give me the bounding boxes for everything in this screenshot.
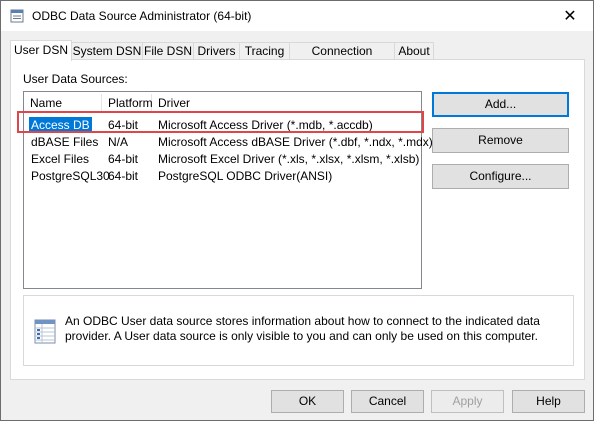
row-driver: Microsoft Excel Driver (*.xls, *.xlsx, *… xyxy=(158,152,420,166)
tab-drivers[interactable]: Drivers xyxy=(193,42,240,60)
row-platform: 64-bit xyxy=(108,169,139,183)
list-item[interactable]: Access DB 64-bit Microsoft Access Driver… xyxy=(24,117,421,133)
info-text: An ODBC User data source stores informat… xyxy=(65,314,540,343)
row-platform: N/A xyxy=(108,135,129,149)
tab-connection-pooling[interactable]: Connection Pooling xyxy=(289,42,395,75)
column-header-name[interactable]: Name xyxy=(24,94,102,112)
row-platform: 64-bit xyxy=(108,152,139,166)
list-item[interactable]: PostgreSQL30 64-bit PostgreSQL ODBC Driv… xyxy=(24,168,421,184)
odbc-app-icon xyxy=(10,9,24,23)
tab-tracing[interactable]: Tracing xyxy=(239,42,290,60)
row-name[interactable]: Excel Files xyxy=(31,151,89,167)
odbc-dialog-window: ODBC Data Source Administrator (64-bit) … xyxy=(0,0,594,421)
title-bar: ODBC Data Source Administrator (64-bit) … xyxy=(1,1,593,31)
row-driver: Microsoft Access Driver (*.mdb, *.accdb) xyxy=(158,118,373,132)
cancel-button[interactable]: Cancel xyxy=(351,390,424,413)
row-name[interactable]: dBASE Files xyxy=(31,134,98,150)
data-sources-list[interactable]: Name Platform Driver Access DB 64-bit Mi… xyxy=(23,91,433,289)
tab-file-dsn[interactable]: File DSN xyxy=(142,42,194,60)
tab-about[interactable]: About xyxy=(394,42,434,60)
data-source-table-icon xyxy=(33,317,57,345)
row-name[interactable]: Access DB xyxy=(29,117,92,133)
help-button[interactable]: Help xyxy=(512,390,585,413)
row-name[interactable]: PostgreSQL30 xyxy=(31,168,110,184)
user-data-sources-label: User Data Sources: xyxy=(23,72,128,86)
user-dsn-panel: User Data Sources: Name Platform Driver … xyxy=(10,59,585,380)
list-item[interactable]: dBASE Files N/A Microsoft Access dBASE D… xyxy=(24,134,433,150)
configure-button[interactable]: Configure... xyxy=(432,164,569,189)
tab-system-dsn[interactable]: System DSN xyxy=(71,42,143,60)
ok-button[interactable]: OK xyxy=(271,390,344,413)
column-header-driver[interactable]: Driver xyxy=(152,94,420,112)
row-driver: PostgreSQL ODBC Driver(ANSI) xyxy=(158,169,333,183)
remove-button[interactable]: Remove xyxy=(432,128,569,153)
add-button[interactable]: Add... xyxy=(432,92,569,117)
row-platform: 64-bit xyxy=(108,118,139,132)
close-icon[interactable]: ✕ xyxy=(547,1,593,31)
window-title: ODBC Data Source Administrator (64-bit) xyxy=(32,9,252,23)
column-header-platform[interactable]: Platform xyxy=(102,94,153,112)
list-item[interactable]: Excel Files 64-bit Microsoft Excel Drive… xyxy=(24,151,421,167)
tab-user-dsn[interactable]: User DSN xyxy=(10,40,72,61)
info-box: An ODBC User data source stores informat… xyxy=(23,295,574,366)
apply-button[interactable]: Apply xyxy=(431,390,504,413)
row-driver: Microsoft Access dBASE Driver (*.dbf, *.… xyxy=(158,135,433,149)
